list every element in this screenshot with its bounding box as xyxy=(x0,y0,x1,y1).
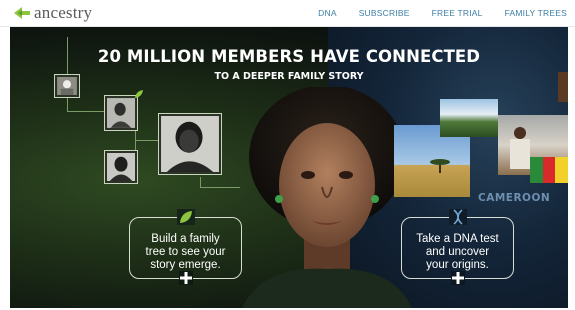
river-photo xyxy=(440,99,498,137)
ancestry-leaf-icon xyxy=(14,7,30,19)
ancestor-portrait xyxy=(161,116,219,172)
tree-line xyxy=(67,111,109,112)
build-tree-text: Build a family tree to see your story em… xyxy=(145,233,226,271)
cameroon-flag xyxy=(530,157,568,183)
nav-family-trees[interactable]: FAMILY TREES xyxy=(505,8,567,18)
top-navigation-bar: ancestry DNA SUBSCRIBE FREE TRIAL FAMILY… xyxy=(0,0,575,27)
hero-headline: 20 MILLION MEMBERS HAVE CONNECTED xyxy=(97,47,481,66)
ancestor-photo[interactable] xyxy=(104,150,138,184)
ancestor-photo[interactable] xyxy=(158,113,222,175)
ancestor-portrait xyxy=(107,98,135,128)
tree-line xyxy=(200,177,201,187)
ancestor-portrait xyxy=(107,153,135,181)
location-label: CAMEROON xyxy=(478,192,551,204)
nav-free-trial[interactable]: FREE TRIAL xyxy=(432,8,483,18)
main-nav: DNA SUBSCRIBE FREE TRIAL FAMILY TREES xyxy=(296,8,567,18)
plus-icon[interactable] xyxy=(450,271,465,285)
hero-banner[interactable]: CAMEROON 20 MILLION MEMBERS HAVE CONNECT… xyxy=(10,27,568,308)
ancestry-logo[interactable]: ancestry xyxy=(12,3,93,22)
dna-icon xyxy=(448,209,467,225)
ancestor-photo[interactable] xyxy=(104,95,138,131)
build-tree-card[interactable]: Build a family tree to see your story em… xyxy=(129,209,242,285)
leaf-icon xyxy=(135,90,143,98)
leaf-icon xyxy=(176,209,195,225)
dna-test-text: Take a DNA test and uncover your origins… xyxy=(416,233,499,271)
nav-subscribe[interactable]: SUBSCRIBE xyxy=(359,8,410,18)
logo-text: ancestry xyxy=(34,3,93,22)
dna-test-card[interactable]: Take a DNA test and uncover your origins… xyxy=(401,209,514,285)
plus-icon[interactable] xyxy=(178,271,193,285)
woman-portrait xyxy=(242,87,412,308)
nav-dna[interactable]: DNA xyxy=(318,8,337,18)
hero-subhead: TO A DEEPER FAMILY STORY xyxy=(214,71,364,82)
